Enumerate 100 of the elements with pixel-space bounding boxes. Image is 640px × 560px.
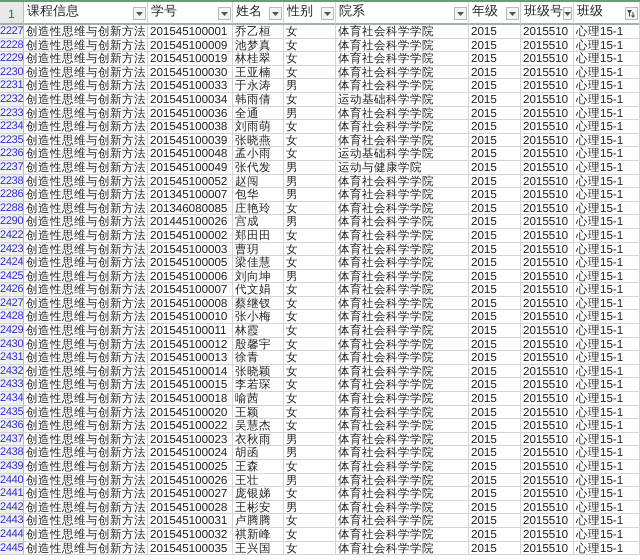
table-cell: 男 xyxy=(284,474,336,488)
table-cell: 体育社会科学学院 xyxy=(336,202,469,216)
table-cell: 女 xyxy=(284,364,336,378)
row-header[interactable]: 1 xyxy=(0,2,24,25)
row-header[interactable]: 2424 xyxy=(0,256,24,270)
filter-dropdown-button[interactable] xyxy=(218,7,231,20)
row-header[interactable]: 2231 xyxy=(0,79,24,93)
caret-icon xyxy=(324,12,331,16)
table-cell: 2015 xyxy=(469,120,521,134)
table-cell: 王颖 xyxy=(233,406,284,420)
row-header[interactable]: 2234 xyxy=(0,120,24,134)
row-header[interactable]: 2429 xyxy=(0,324,24,338)
table-cell: 心理15-1 xyxy=(574,324,640,338)
row-header[interactable]: 2230 xyxy=(0,66,24,80)
table-cell: 女 xyxy=(284,38,336,52)
table-cell: 心理15-1 xyxy=(574,270,640,284)
row-header[interactable]: 2433 xyxy=(0,378,24,392)
table-cell: 李若琛 xyxy=(233,378,284,392)
table-cell: 2015510 xyxy=(521,487,574,501)
row-header[interactable]: 2441 xyxy=(0,487,24,501)
row-header[interactable]: 2437 xyxy=(0,432,24,446)
row-header[interactable]: 2232 xyxy=(0,92,24,107)
row-header[interactable]: 2436 xyxy=(0,419,24,433)
filter-dropdown-button[interactable] xyxy=(133,7,146,20)
table-cell: 2015 xyxy=(469,378,521,392)
row-header[interactable]: 2444 xyxy=(0,528,24,542)
table-cell: 创造性思维与创新方法 xyxy=(24,174,148,188)
table-cell: 张晓颖 xyxy=(233,364,284,378)
table-cell: 男 xyxy=(284,188,336,202)
table-cell: 2015 xyxy=(469,310,521,324)
row-header[interactable]: 2425 xyxy=(0,270,24,284)
table-cell: 201545100003 xyxy=(148,242,233,256)
table-cell: 林桂翠 xyxy=(233,52,284,66)
row-header[interactable]: 2435 xyxy=(0,406,24,420)
filter-dropdown-button[interactable] xyxy=(269,7,282,20)
table-cell: 体育社会科学学院 xyxy=(336,79,469,93)
table-cell: 201545100049 xyxy=(148,160,233,175)
table-cell: 201545100006 xyxy=(148,270,233,284)
table-cell: 2015510 xyxy=(521,542,574,556)
table-cell: 祺新峰 xyxy=(233,528,284,542)
row-header[interactable]: 2438 xyxy=(0,446,24,460)
row-header[interactable]: 2229 xyxy=(0,52,24,66)
table-cell: 创造性思维与创新方法 xyxy=(24,256,148,270)
row-header[interactable]: 2227 xyxy=(0,25,24,39)
table-cell: 2015510 xyxy=(521,270,574,284)
row-header[interactable]: 2423 xyxy=(0,242,24,256)
table-cell: 吴慧杰 xyxy=(233,419,284,433)
table-cell: 心理15-1 xyxy=(574,160,640,175)
row-header[interactable]: 2233 xyxy=(0,106,24,120)
filter-dropdown-button[interactable] xyxy=(506,7,519,20)
filter-dropdown-button[interactable] xyxy=(563,7,572,20)
table-cell: 2015510 xyxy=(521,228,574,242)
table-cell: 201545100026 xyxy=(148,474,233,488)
row-header[interactable]: 2228 xyxy=(0,38,24,52)
row-header[interactable]: 2236 xyxy=(0,147,24,161)
row-header[interactable]: 2442 xyxy=(0,500,24,514)
table-cell: 心理15-1 xyxy=(574,106,640,120)
row-header[interactable]: 2286 xyxy=(0,188,24,202)
table-cell: 创造性思维与创新方法 xyxy=(24,147,148,161)
filter-dropdown-button[interactable] xyxy=(321,7,334,20)
table-cell: 201545100035 xyxy=(148,542,233,556)
table-cell: 女 xyxy=(284,542,336,556)
column-header-label: 姓名 xyxy=(236,2,262,20)
table-cell: 王兴国 xyxy=(233,542,284,556)
table-cell: 女 xyxy=(284,283,336,297)
row-header[interactable]: 2443 xyxy=(0,514,24,528)
row-header[interactable]: 2439 xyxy=(0,460,24,474)
row-header[interactable]: 2428 xyxy=(0,310,24,324)
row-header[interactable]: 2288 xyxy=(0,202,24,216)
row-header[interactable]: 2440 xyxy=(0,474,24,488)
table-cell: 体育社会科学学院 xyxy=(336,351,469,365)
table-cell: 201545100008 xyxy=(148,296,233,310)
row-header[interactable]: 2430 xyxy=(0,338,24,352)
table-cell: 全通 xyxy=(233,106,284,120)
table-cell: 男 xyxy=(284,215,336,229)
row-header[interactable]: 2238 xyxy=(0,174,24,188)
row-header[interactable]: 2290 xyxy=(0,215,24,229)
table-cell: 201545100012 xyxy=(148,338,233,352)
table-cell: 体育社会科学学院 xyxy=(336,364,469,378)
row-header[interactable]: 2422 xyxy=(0,228,24,242)
filter-dropdown-button[interactable] xyxy=(454,7,467,20)
row-header[interactable]: 2426 xyxy=(0,283,24,297)
row-header[interactable]: 2432 xyxy=(0,364,24,378)
table-cell: 体育社会科学学院 xyxy=(336,406,469,420)
table-cell: 女 xyxy=(284,242,336,256)
row-header[interactable]: 2235 xyxy=(0,134,24,148)
table-cell: 2015 xyxy=(469,364,521,378)
row-header[interactable]: 2237 xyxy=(0,160,24,175)
table-cell: 2015 xyxy=(469,432,521,446)
row-header[interactable]: 2434 xyxy=(0,392,24,406)
table-cell: 运动基础科学学院 xyxy=(336,92,469,107)
table-cell: 201545100031 xyxy=(148,514,233,528)
table-cell: 卢腾腾 xyxy=(233,514,284,528)
row-header[interactable]: 2431 xyxy=(0,351,24,365)
row-header[interactable]: 2427 xyxy=(0,296,24,310)
filter-applied-button[interactable] xyxy=(625,7,638,20)
table-cell: 心理15-1 xyxy=(574,474,640,488)
table-cell: 2015510 xyxy=(521,120,574,134)
table-cell: 2015 xyxy=(469,270,521,284)
row-header[interactable]: 2445 xyxy=(0,542,24,556)
